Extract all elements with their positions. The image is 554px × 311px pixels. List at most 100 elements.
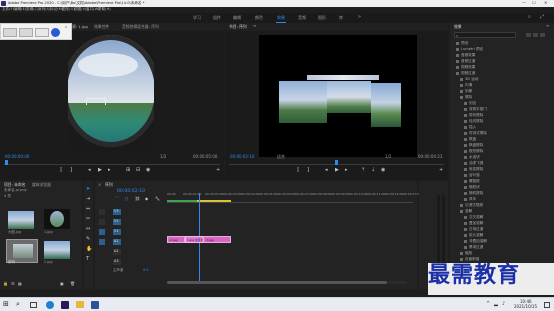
source-zoom[interactable]: 1/2 [160, 155, 166, 159]
program-fit-dropdown[interactable]: 适合 [277, 155, 285, 159]
mark-out-icon[interactable]: ⟧ [307, 168, 309, 173]
effects-search-input[interactable]: ⌕ [454, 32, 516, 38]
play-icon[interactable]: ▶ [98, 168, 102, 173]
source-playhead[interactable] [5, 160, 8, 165]
workspace-learn[interactable]: 学习 [193, 16, 201, 20]
taskbar-date[interactable]: 2021/10/15 [514, 305, 537, 309]
task-view-icon[interactable] [30, 302, 37, 308]
lift-icon[interactable]: ⇡ [361, 168, 365, 173]
trash-icon[interactable]: 🗑 [70, 282, 75, 286]
project-thumb-4[interactable] [44, 241, 70, 259]
clip-v1-c[interactable]: 2.jpg [203, 236, 231, 243]
step-back-icon[interactable]: ◂ [325, 168, 328, 173]
close-button[interactable]: ✕ [544, 1, 547, 5]
word-taskbar-icon[interactable] [91, 301, 99, 309]
tab-program[interactable]: 节目: 序列 [229, 25, 247, 29]
workspace-audio[interactable]: 音频 [298, 16, 306, 20]
premiere-taskbar-icon[interactable] [61, 301, 69, 309]
project-thumb-2[interactable] [44, 209, 70, 229]
extract-icon[interactable]: ⇣ [371, 168, 375, 173]
workspace-edit[interactable]: 编辑 [233, 16, 241, 20]
accelerated-filter-icon[interactable] [526, 33, 531, 37]
export-frame-icon[interactable]: ◉ [146, 168, 150, 173]
master-value[interactable]: 0.0 [143, 268, 148, 272]
icon-view-icon[interactable]: ▦ [18, 282, 22, 286]
menu-edit[interactable]: 编辑(E) [14, 7, 26, 12]
mark-in-icon[interactable]: ⟦ [60, 168, 62, 173]
step-forward-icon[interactable]: ▸ [345, 168, 348, 173]
tab-audio-mixer[interactable]: 音频剪辑混合器: 序列 [122, 25, 159, 29]
tray-volume-icon[interactable]: ♪ [502, 302, 505, 307]
overwrite-icon[interactable]: ⊟ [136, 168, 140, 173]
start-button[interactable]: ⊞ [3, 301, 9, 308]
window-thumb-2[interactable] [19, 28, 33, 37]
menu-file[interactable]: 文件(F) [2, 7, 14, 12]
slip-tool-icon[interactable]: ↔ [86, 227, 90, 232]
expand-icon[interactable]: ⤢ [540, 15, 544, 20]
menu-sequence[interactable]: 序列(S) [38, 7, 50, 12]
program-menu-icon[interactable]: ≡ [253, 24, 256, 28]
tab-project[interactable]: 项目: 未命名 [4, 183, 25, 187]
window-thumb-3[interactable] [35, 28, 49, 37]
add-button-icon[interactable]: + [439, 168, 443, 173]
mark-out-icon[interactable]: ⟧ [70, 168, 72, 173]
search-taskbar-icon[interactable]: ⌕ [16, 301, 20, 308]
workspace-graphics[interactable]: 图形 [318, 16, 326, 20]
program-zoom[interactable]: 1/2 [385, 155, 391, 159]
step-back-icon[interactable]: ◂ [88, 168, 91, 173]
razor-tool-icon[interactable]: ✂ [86, 217, 90, 222]
track-target-a1[interactable] [99, 239, 105, 245]
track-target-v3[interactable] [99, 209, 105, 215]
window-up-arrow-icon[interactable]: ⌃ [64, 26, 68, 32]
play-icon[interactable]: ▶ [335, 168, 339, 173]
edge-browser-icon[interactable] [46, 301, 54, 309]
settings-icon[interactable]: 🔧 [155, 197, 160, 201]
workspace-libraries[interactable]: 库 [339, 16, 343, 20]
timeline-scroll-thumb[interactable] [167, 281, 387, 284]
timeline-timecode[interactable]: 00:00:02:10 [117, 189, 145, 195]
source-timecode-left[interactable]: 00:00:00:00 [5, 155, 29, 159]
type-tool-icon[interactable]: T [86, 257, 89, 262]
tab-effect-controls[interactable]: 效果控件 [94, 25, 109, 29]
new-item-icon[interactable]: ▣ [60, 282, 64, 286]
workspace-more-icon[interactable]: » [358, 15, 361, 20]
workspace-color[interactable]: 颜色 [255, 16, 263, 20]
clip-v1-a[interactable]: 2.jpg [167, 236, 185, 243]
yuv-filter-icon[interactable] [540, 33, 545, 37]
marker-icon[interactable]: ◆ [145, 197, 148, 201]
timeline-close-icon[interactable]: × [98, 183, 101, 187]
export-frame-icon[interactable]: ◉ [381, 168, 385, 173]
insert-icon[interactable]: ⊞ [126, 168, 130, 173]
menu-graphics[interactable]: 图形(G) [62, 7, 75, 12]
minimize-button[interactable]: — [522, 1, 526, 5]
track-target-v2[interactable] [99, 219, 105, 225]
nest-icon[interactable]: ⌒ [115, 197, 119, 201]
track-select-tool-icon[interactable]: ⇥ [86, 197, 90, 202]
timeline-ruler[interactable]: 00:00 00:00:01:00 00:00:02:00 00:00:03:0… [167, 193, 421, 203]
mark-in-icon[interactable]: ⟦ [297, 168, 299, 173]
lock-icon[interactable]: 🔒 [3, 282, 8, 286]
window-thumb-1[interactable] [3, 28, 17, 37]
program-timecode-left[interactable]: 00:00:02:10 [230, 155, 254, 159]
menu-clip[interactable]: 剪辑(C) [26, 7, 39, 12]
source-time-ruler[interactable] [4, 161, 220, 165]
menu-help[interactable]: 帮助(H) [98, 7, 111, 12]
explorer-taskbar-icon[interactable] [76, 301, 84, 308]
timeline-scrollbar[interactable] [167, 281, 407, 284]
program-playhead[interactable] [335, 160, 338, 165]
step-forward-icon[interactable]: ▸ [108, 168, 111, 173]
tab-media-browser[interactable]: 媒体浏览器 [32, 183, 51, 187]
list-view-icon[interactable]: ☰ [11, 282, 15, 286]
project-thumb-1[interactable] [8, 211, 34, 229]
maximize-button[interactable]: ☐ [532, 1, 536, 5]
search-icon[interactable]: ⌕ [528, 15, 531, 20]
notification-icon[interactable] [544, 302, 550, 308]
tray-network-icon[interactable]: ▂ [494, 302, 498, 307]
track-target-v1[interactable] [99, 229, 105, 235]
pen-tool-icon[interactable]: ✎ [86, 237, 90, 242]
window-close-icon[interactable] [51, 28, 60, 37]
tab-source[interactable]: 源: 1.jpg [72, 25, 88, 29]
ripple-edit-tool-icon[interactable]: ⇔ [86, 207, 90, 212]
tray-up-arrow-icon[interactable]: ^ [486, 302, 490, 307]
workspace-effects[interactable]: 效果 [277, 16, 285, 20]
